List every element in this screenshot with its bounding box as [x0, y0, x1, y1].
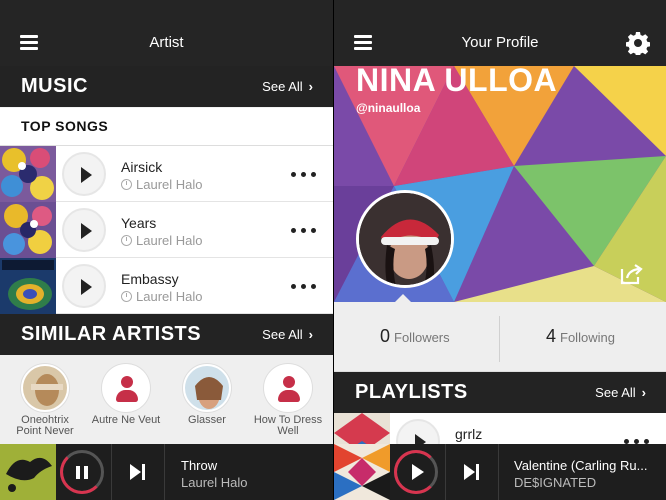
see-all-artists-link[interactable]: See All ›: [262, 327, 313, 342]
chevron-right-icon: ›: [308, 327, 313, 342]
avatar: [21, 364, 69, 412]
top-songs-label: TOP SONGS: [21, 118, 109, 134]
avatar: [183, 364, 231, 412]
page-title: Your Profile: [461, 34, 539, 51]
followers-count[interactable]: 0 Followers: [380, 326, 450, 347]
share-icon[interactable]: [620, 263, 644, 285]
play-button[interactable]: [62, 208, 106, 252]
song-title: Years: [121, 215, 157, 231]
album-art: [0, 258, 56, 314]
section-title: MUSIC: [21, 75, 88, 97]
mini-player: Valentine (Carling Ru... DE$IGNATED: [334, 444, 666, 500]
song-artist: Laurel Halo: [121, 177, 203, 192]
gear-icon[interactable]: [625, 31, 651, 57]
play-icon: [81, 223, 92, 239]
page-title: Artist: [149, 34, 184, 51]
playlists-section-header: PLAYLISTS See All ›: [334, 372, 666, 413]
play-icon: [412, 464, 424, 480]
playlist-title: grrlz: [455, 426, 483, 442]
clock-icon: [121, 179, 132, 190]
song-title: Airsick: [121, 159, 163, 175]
song-artist-name: Laurel Halo: [136, 233, 203, 248]
now-playing-art: [0, 444, 56, 500]
pause-button[interactable]: [60, 450, 104, 494]
artist-screen: Artist MUSIC See All › TOP SONGS Airsick …: [0, 0, 333, 500]
more-icon[interactable]: [291, 172, 317, 178]
profile-handle: @ninaulloa: [356, 101, 421, 115]
chevron-right-icon: ›: [641, 385, 646, 400]
artist-name: Oneohtrix Point Never: [16, 414, 74, 437]
now-playing-title: Throw: [181, 458, 218, 473]
song-artist-name: Laurel Halo: [136, 177, 203, 192]
chevron-right-icon: ›: [308, 79, 313, 94]
similar-artists-header: SIMILAR ARTISTS See All ›: [0, 314, 333, 355]
profile-name: NINA ULLOA: [356, 62, 558, 98]
play-button[interactable]: [62, 152, 106, 196]
play-icon: [81, 167, 92, 183]
similar-artists-list: Oneohtrix Point Never Autre Ne Veut Glass…: [0, 355, 333, 445]
album-art: [0, 202, 56, 258]
song-artist-name: Laurel Halo: [136, 289, 203, 304]
artist-item[interactable]: Oneohtrix Point Never: [10, 364, 80, 437]
artist-name: Glasser: [188, 414, 226, 426]
avatar: [102, 364, 150, 412]
song-row[interactable]: Airsick Laurel Halo: [0, 146, 333, 202]
now-playing-art: [334, 444, 390, 500]
artist-name: Autre Ne Veut: [91, 414, 161, 426]
now-playing-title: Valentine (Carling Ru...: [514, 458, 648, 473]
song-artist: Laurel Halo: [121, 289, 203, 304]
song-row[interactable]: Years Laurel Halo: [0, 202, 333, 258]
following-count[interactable]: 4 Following: [546, 326, 615, 347]
song-artist: Laurel Halo: [121, 233, 203, 248]
follow-stats: 0 Followers 4 Following: [334, 294, 666, 372]
pause-icon: [76, 466, 80, 479]
more-icon[interactable]: [291, 228, 317, 234]
person-icon: [283, 376, 295, 388]
clock-icon: [121, 291, 132, 302]
play-button[interactable]: [62, 264, 106, 308]
see-all-playlists-link[interactable]: See All ›: [595, 385, 646, 400]
play-button[interactable]: [394, 450, 438, 494]
skip-next-icon[interactable]: [130, 464, 146, 480]
avatar[interactable]: [356, 190, 454, 288]
section-title: PLAYLISTS: [355, 381, 468, 403]
play-icon: [81, 279, 92, 295]
see-all-label: See All: [262, 79, 303, 94]
album-art: [0, 146, 56, 202]
artist-item[interactable]: Glasser: [172, 364, 242, 426]
now-playing-artist: Laurel Halo: [181, 475, 248, 490]
progress-ring: [60, 450, 104, 494]
artist-name: How To Dress Well: [253, 414, 323, 437]
section-title: SIMILAR ARTISTS: [21, 323, 202, 345]
song-row[interactable]: Embassy Laurel Halo: [0, 258, 333, 314]
mini-player: Throw Laurel Halo: [0, 444, 333, 500]
see-all-music-link[interactable]: See All ›: [262, 79, 313, 94]
more-icon[interactable]: [291, 284, 317, 290]
profile-screen: NINA ULLOA @ninaulloa Your Profile 0 Fol…: [334, 0, 666, 500]
person-icon: [121, 376, 133, 388]
top-songs-header: TOP SONGS: [0, 108, 333, 146]
song-title: Embassy: [121, 271, 179, 287]
see-all-label: See All: [262, 327, 303, 342]
see-all-label: See All: [595, 385, 636, 400]
skip-next-icon[interactable]: [464, 464, 480, 480]
artist-item[interactable]: How To Dress Well: [253, 364, 323, 437]
header-bar: Artist: [0, 0, 333, 66]
now-playing-artist: DE$IGNATED: [514, 475, 597, 490]
artist-item[interactable]: Autre Ne Veut: [91, 364, 161, 426]
avatar: [264, 364, 312, 412]
music-section-header: MUSIC See All ›: [0, 66, 333, 107]
header-bar: Your Profile: [334, 0, 666, 66]
clock-icon: [121, 235, 132, 246]
